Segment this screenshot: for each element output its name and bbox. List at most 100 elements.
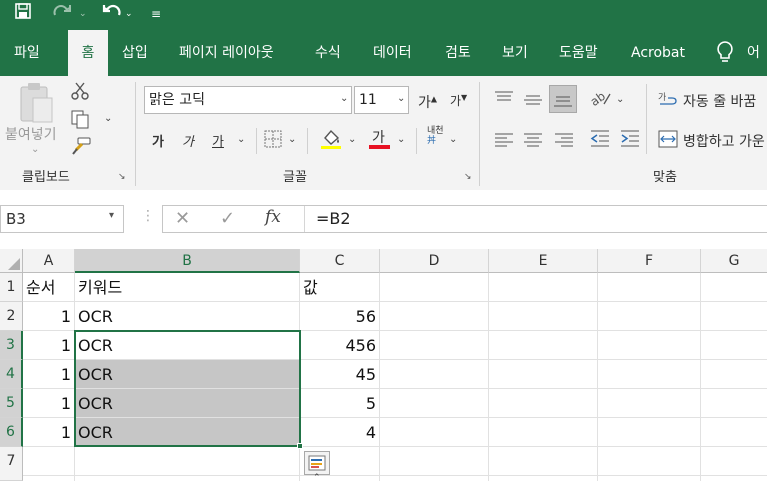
tab-view[interactable]: 보기	[502, 30, 528, 76]
align-center-icon[interactable]	[523, 132, 543, 151]
select-all-button[interactable]	[0, 249, 23, 273]
cell-a4[interactable]: 1	[23, 360, 75, 389]
name-box-dropdown-icon[interactable]: ▾	[109, 210, 114, 221]
phonetic-dropdown-icon[interactable]: ⌄	[449, 134, 457, 145]
increase-indent-icon[interactable]	[620, 130, 640, 152]
orientation-icon[interactable]: ab	[588, 88, 612, 112]
column-header-a[interactable]: A	[23, 249, 75, 273]
tab-data[interactable]: 데이터	[373, 30, 412, 76]
cut-icon[interactable]	[70, 81, 90, 105]
font-size-value: 11	[359, 92, 377, 108]
cell-b1[interactable]: 키워드	[75, 273, 300, 302]
copy-dropdown-icon[interactable]: ⌄	[104, 113, 112, 124]
cell-a5[interactable]: 1	[23, 389, 75, 418]
auto-fill-dropdown-icon[interactable]: ⌃	[313, 473, 321, 483]
row-header-3[interactable]: 3	[0, 331, 23, 360]
row-header-7[interactable]: 7	[0, 447, 23, 481]
redo-icon[interactable]	[52, 2, 76, 28]
font-dialog-launcher-icon[interactable]: ↘	[464, 172, 472, 182]
underline-button[interactable]: 가	[212, 131, 224, 150]
cell-c2[interactable]: 56	[300, 302, 380, 331]
cell-a1[interactable]: 순서	[23, 273, 75, 302]
align-bottom-button[interactable]	[549, 85, 577, 113]
column-header-e[interactable]: E	[489, 249, 598, 273]
tab-help[interactable]: 도움말	[559, 30, 598, 76]
enter-icon[interactable]: ✓	[220, 208, 235, 229]
increase-font-size-button[interactable]: 가▲	[418, 92, 437, 112]
fill-color-dropdown-icon[interactable]: ⌄	[348, 134, 356, 145]
undo-icon[interactable]	[98, 2, 122, 28]
cell-a6[interactable]: 1	[23, 418, 75, 447]
merge-center-button[interactable]: 병합하고 가운	[683, 131, 765, 151]
wrap-text-button[interactable]: 자동 줄 바꿈	[683, 91, 756, 111]
tab-file[interactable]: 파일	[14, 30, 40, 76]
cancel-icon[interactable]: ✕	[175, 208, 190, 229]
merge-center-icon[interactable]	[658, 129, 678, 153]
column-header-f[interactable]: F	[598, 249, 701, 273]
gridline	[488, 273, 489, 481]
paste-icon[interactable]	[18, 82, 54, 128]
selection-range	[74, 330, 301, 447]
tab-insert[interactable]: 삽입	[122, 30, 148, 76]
align-middle-icon[interactable]	[523, 92, 543, 111]
auto-fill-options-button[interactable]	[304, 451, 330, 475]
row-header-4[interactable]: 4	[0, 360, 23, 389]
column-header-d[interactable]: D	[380, 249, 489, 273]
fill-handle[interactable]	[297, 443, 303, 449]
font-name-combobox[interactable]: 맑은 고딕	[144, 86, 352, 114]
undo-dropdown-icon[interactable]: ⌄	[125, 2, 133, 26]
cell-b2[interactable]: OCR	[75, 302, 300, 331]
font-name-dropdown-icon[interactable]: ⌄	[340, 93, 348, 104]
border-icon[interactable]	[264, 130, 282, 152]
fill-color-icon[interactable]	[319, 126, 343, 154]
gridline	[380, 330, 767, 331]
font-size-dropdown-icon[interactable]: ⌄	[397, 93, 405, 104]
italic-button[interactable]: 가	[182, 131, 194, 150]
cell-a2[interactable]: 1	[23, 302, 75, 331]
cell-c4[interactable]: 45	[300, 360, 380, 389]
cell-c6[interactable]: 4	[300, 418, 380, 447]
cell-c5[interactable]: 5	[300, 389, 380, 418]
customize-quick-access-icon[interactable]: ≡	[151, 2, 161, 26]
cell-c1[interactable]: 값	[300, 273, 380, 302]
insert-function-icon[interactable]: fx	[265, 207, 281, 227]
tab-review[interactable]: 검토	[445, 30, 471, 76]
format-painter-icon[interactable]	[70, 136, 92, 160]
font-color-dropdown-icon[interactable]: ⌄	[397, 134, 405, 145]
paste-button[interactable]: 붙여넣기	[5, 124, 57, 144]
align-top-icon[interactable]	[494, 90, 514, 109]
tell-me-search-label[interactable]: 어	[747, 30, 760, 76]
font-color-button[interactable]: 가	[372, 127, 385, 147]
clipboard-dialog-launcher-icon[interactable]: ↘	[118, 172, 126, 182]
row-header-2[interactable]: 2	[0, 302, 23, 331]
row-header-6[interactable]: 6	[0, 418, 23, 447]
orientation-dropdown-icon[interactable]: ⌄	[616, 94, 624, 105]
name-box[interactable]: B3 ▾	[0, 205, 124, 233]
row-header-1[interactable]: 1	[0, 273, 23, 302]
column-header-c[interactable]: C	[300, 249, 380, 273]
tab-page-layout[interactable]: 페이지 레이아웃	[179, 30, 274, 76]
tab-acrobat[interactable]: Acrobat	[631, 30, 685, 76]
copy-icon[interactable]	[70, 109, 90, 133]
decrease-font-size-button[interactable]: 가▼	[450, 92, 467, 109]
border-dropdown-icon[interactable]: ⌄	[288, 134, 296, 145]
underline-dropdown-icon[interactable]: ⌄	[237, 134, 245, 145]
phonetic-guide-button[interactable]: 내천 丼	[427, 126, 444, 146]
tab-home[interactable]: 홈	[68, 30, 108, 77]
cell-c3[interactable]: 456	[300, 331, 380, 360]
lightbulb-icon[interactable]	[716, 40, 734, 68]
wrap-text-icon[interactable]: 가	[658, 90, 678, 114]
decrease-indent-icon[interactable]	[590, 130, 610, 152]
save-icon[interactable]	[14, 2, 32, 28]
paste-dropdown-icon[interactable]: ⌄	[31, 144, 39, 155]
tab-formulas[interactable]: 수식	[315, 30, 341, 76]
align-right-icon[interactable]	[554, 132, 574, 151]
align-left-icon[interactable]	[494, 132, 514, 151]
formula-input[interactable]: =B2	[316, 209, 351, 228]
bold-button[interactable]: 가	[152, 131, 164, 150]
redo-dropdown-icon[interactable]: ⌄	[79, 2, 87, 26]
column-header-b[interactable]: B	[75, 249, 300, 273]
cell-a3[interactable]: 1	[23, 331, 75, 360]
column-header-g[interactable]: G	[701, 249, 767, 273]
row-header-5[interactable]: 5	[0, 389, 23, 418]
